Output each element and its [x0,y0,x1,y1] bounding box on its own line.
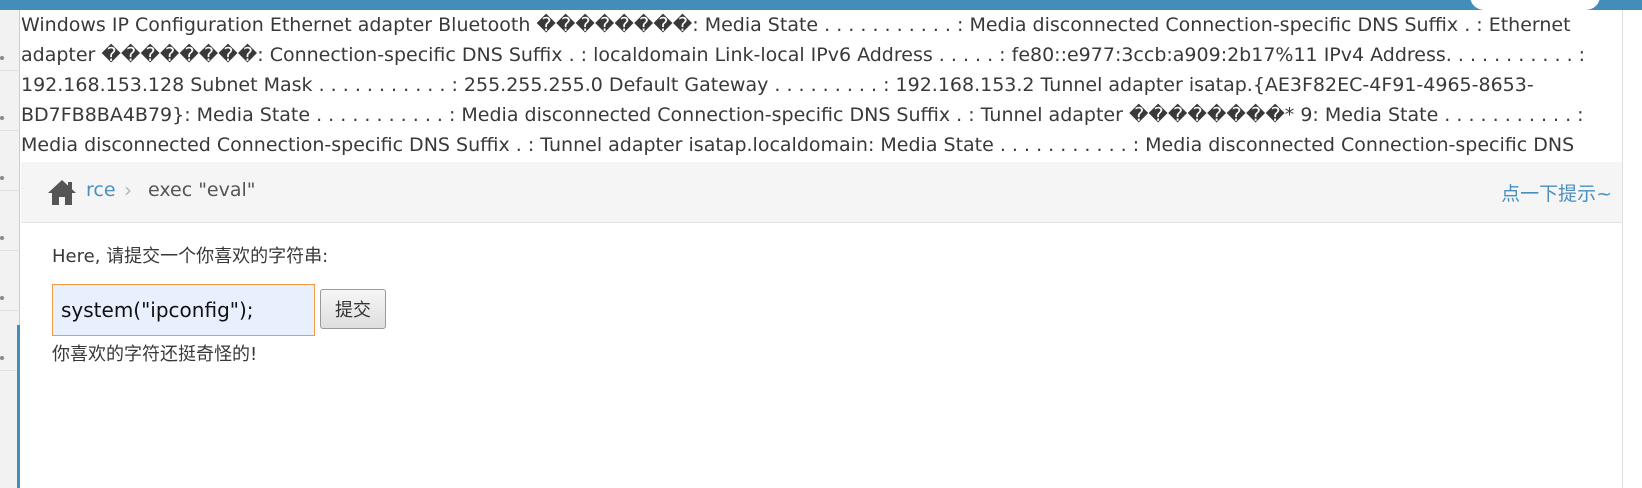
sidebar-item[interactable] [0,56,20,71]
form-prompt: Here, 请提交一个你喜欢的字符串: [52,246,329,267]
sidebar-item[interactable] [0,116,20,131]
command-output-text: Windows IP Configuration Ethernet adapte… [21,14,1586,186]
top-navbar [0,0,1642,10]
breadcrumb-current: exec "eval" [148,179,256,201]
content-edge [1622,10,1623,488]
sidebar [0,10,20,488]
breadcrumb-link-rce[interactable]: rce [86,179,116,201]
sidebar-item[interactable] [0,176,20,191]
result-message: 你喜欢的字符还挺奇怪的! [52,344,258,365]
home-icon[interactable] [47,178,77,206]
submit-button[interactable]: 提交 [320,289,386,329]
breadcrumb: rce › exec "eval" 点一下提示~ [21,162,1622,223]
sidebar-item[interactable] [0,236,20,251]
top-navbar-right [1608,0,1642,10]
sidebar-active-indicator [17,325,20,488]
string-input[interactable] [52,284,315,336]
sidebar-item[interactable] [0,296,20,311]
breadcrumb-separator-icon: › [124,178,132,202]
hint-link[interactable]: 点一下提示~ [1501,179,1612,206]
user-avatar[interactable] [1470,0,1600,10]
